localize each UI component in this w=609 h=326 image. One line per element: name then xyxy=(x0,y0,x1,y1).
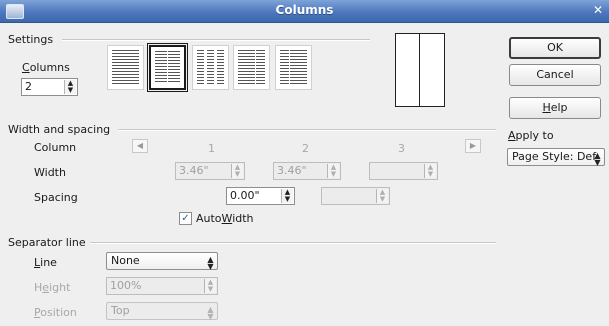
apply-to-value: Page Style: Def xyxy=(512,150,597,163)
width-spacing-divider xyxy=(118,129,496,131)
window-title: Columns xyxy=(275,3,334,17)
apply-to-dropdown[interactable]: Page Style: Def ▲ ▼ xyxy=(507,148,605,167)
cancel-button[interactable]: Cancel xyxy=(509,64,601,86)
width-field-col-2[interactable]: 3.46" ▲ ▼ xyxy=(273,162,341,180)
height-field[interactable]: 100% ▲ ▼ xyxy=(106,277,218,295)
width-value-col-1: 3.46" xyxy=(179,164,209,177)
width-label: Width xyxy=(34,166,66,179)
columns-label: Columns xyxy=(22,61,70,74)
settings-divider xyxy=(62,39,370,41)
checkmark-icon: ✓ xyxy=(181,213,190,224)
columns-stepper[interactable]: 2 ▲ ▼ xyxy=(21,78,78,96)
height-label: Height xyxy=(34,281,71,294)
separator-divider xyxy=(90,242,496,244)
width-field-col-1[interactable]: 3.46" ▲ ▼ xyxy=(175,162,245,180)
close-icon[interactable]: ✕ xyxy=(590,3,606,18)
stepper-arrows-icon[interactable]: ▲ ▼ xyxy=(231,164,243,178)
layout-1-column[interactable] xyxy=(107,45,144,90)
stepper-arrows-icon[interactable]: ▲ ▼ xyxy=(424,164,436,178)
column-number-3: 3 xyxy=(398,142,405,155)
width-field-col-3[interactable]: ▲ ▼ xyxy=(369,162,438,180)
autowidth-label: AutoWidth xyxy=(196,212,254,225)
layout-2-columns-right-wide[interactable] xyxy=(275,45,312,90)
column-number-2: 2 xyxy=(302,142,309,155)
spacing-label: Spacing xyxy=(34,191,78,204)
column-label: Column xyxy=(34,141,77,154)
stepper-arrows-icon[interactable]: ▲ ▼ xyxy=(204,279,216,293)
arrow-right-icon[interactable]: ▶ xyxy=(465,139,481,153)
spacing-field-2[interactable]: ▲ ▼ xyxy=(321,187,390,205)
spacing-value-1: 0.00" xyxy=(230,189,260,202)
stepper-arrows-icon[interactable]: ▲ ▼ xyxy=(327,164,339,178)
line-value: None xyxy=(111,254,140,267)
dropdown-arrows-icon: ▲ ▼ xyxy=(207,305,214,321)
separator-section-label: Separator line xyxy=(8,236,86,249)
columns-value: 2 xyxy=(25,80,32,93)
apply-to-label: Apply to xyxy=(508,129,554,142)
arrow-left-icon[interactable]: ◀ xyxy=(132,139,148,153)
width-value-col-2: 3.46" xyxy=(277,164,307,177)
position-value: Top xyxy=(111,304,130,317)
preview-column-divider xyxy=(419,34,420,106)
spacing-field-1[interactable]: 0.00" ▲ ▼ xyxy=(226,187,295,205)
width-spacing-section-label: Width and spacing xyxy=(8,123,111,136)
height-value: 100% xyxy=(110,279,142,292)
stepper-arrows-icon[interactable]: ▲ ▼ xyxy=(64,80,76,94)
layout-2-columns-left-wide[interactable] xyxy=(233,45,270,90)
stepper-arrows-icon[interactable]: ▲ ▼ xyxy=(281,189,293,203)
column-number-1: 1 xyxy=(208,142,215,155)
settings-section-label: Settings xyxy=(8,33,54,46)
dropdown-arrows-icon: ▲ ▼ xyxy=(207,255,214,271)
dropdown-arrows-icon: ▲ ▼ xyxy=(594,151,601,167)
line-dropdown[interactable]: None ▲ ▼ xyxy=(106,252,218,271)
position-dropdown[interactable]: Top ▲ ▼ xyxy=(106,302,218,321)
position-label: Position xyxy=(34,306,77,319)
help-button[interactable]: Help xyxy=(509,97,601,119)
page-preview xyxy=(395,33,445,107)
layout-2-columns[interactable] xyxy=(147,43,188,92)
layout-3-columns[interactable] xyxy=(192,45,229,90)
ok-button[interactable]: OK xyxy=(509,37,601,59)
autowidth-checkbox[interactable]: ✓ xyxy=(179,212,192,225)
stepper-arrows-icon[interactable]: ▲ ▼ xyxy=(376,189,388,203)
title-bar: Columns ✕ xyxy=(0,0,609,23)
line-label: Line xyxy=(34,256,57,269)
